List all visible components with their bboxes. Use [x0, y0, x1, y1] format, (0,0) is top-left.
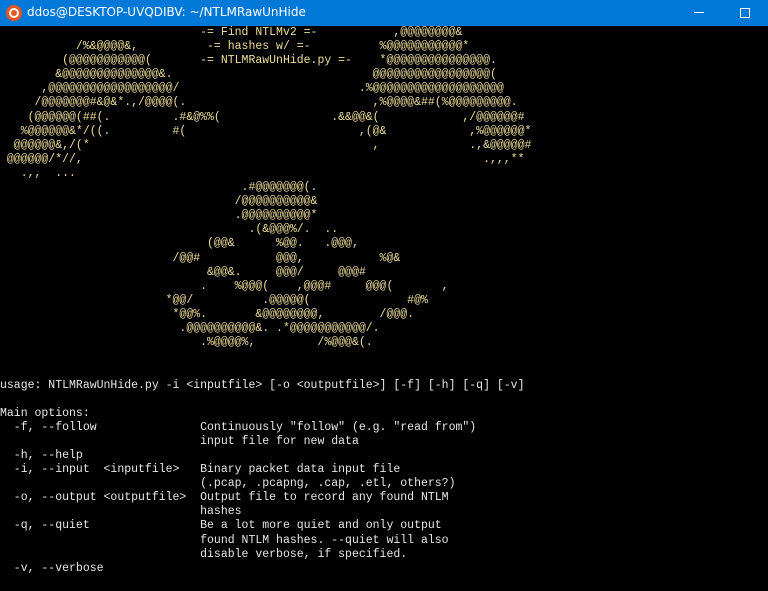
minimize-icon[interactable] — [676, 0, 722, 26]
banner-line: . %@@@( ,@@@# @@@( , — [0, 279, 449, 293]
banner-line: @@@@@@&,/(* , .,&@@@@@# — [0, 138, 532, 152]
terminal-window: ddos@DESKTOP-UVQDIBV: ~/NTLMRawUnHide -=… — [0, 0, 768, 591]
usage-help-text: usage: NTLMRawUnHide.py -i <inputfile> [… — [0, 379, 525, 576]
window-title: ddos@DESKTOP-UVQDIBV: ~/NTLMRawUnHide — [27, 5, 306, 19]
title-bar[interactable]: ddos@DESKTOP-UVQDIBV: ~/NTLMRawUnHide — [0, 0, 768, 26]
banner-line: &@@&. @@@/ @@@# — [0, 265, 366, 279]
banner-line: .%@@@@%, /%@@@&(. — [0, 336, 373, 350]
banner-line: .#@@@@@@@(. — [0, 181, 318, 195]
help-line: input file for new data — [0, 434, 359, 448]
banner-line: .@@@@@@@@@@* — [0, 209, 318, 223]
help-line: -h, --help — [0, 448, 83, 462]
help-line: -o, --output <outputfile> Output file to… — [0, 491, 449, 505]
ascii-art-banner: -= Find NTLMv2 =- ,@@@@@@@@& /%&@@@@&, -… — [0, 26, 532, 350]
banner-line: /@@@@@@@#&@&*.,/@@@@(. ,%@@@@&##(%@@@@@@… — [0, 96, 518, 110]
help-line: disable verbose, if specified. — [0, 547, 408, 561]
ubuntu-icon[interactable] — [6, 5, 22, 21]
banner-line: *@@/ .@@@@@( #@% — [0, 293, 428, 307]
help-line: found NTLM hashes. --quiet will also — [0, 533, 449, 547]
help-line: -v, --verbose — [0, 561, 104, 575]
banner-line: /@@# @@@, %@& — [0, 251, 401, 265]
banner-line: ,@@@@@@@@@@@@@@@@@@/ .%@@@@@@@@@@@@@@@@@… — [0, 82, 504, 96]
help-line: -f, --follow Continuously "follow" (e.g.… — [0, 420, 477, 434]
help-line: usage: NTLMRawUnHide.py -i <inputfile> [… — [0, 378, 525, 392]
banner-line: (@@@@@@@@@@@( -= NTLMRawUnHide.py =- *@@… — [0, 54, 497, 68]
banner-line: @@@@@@/*//, .,,,** — [0, 152, 525, 166]
banner-line: .,, ... — [0, 166, 76, 180]
maximize-icon[interactable] — [722, 0, 768, 26]
banner-line: *@@%. &@@@@@@@@, /@@@. — [0, 307, 415, 321]
help-line — [0, 393, 525, 407]
banner-line: /%&@@@@&, -= hashes w/ =- %@@@@@@@@@@@* — [0, 40, 470, 54]
banner-line: .(&@@@%/. .. — [0, 223, 339, 237]
banner-line: %@@@@@@&*/((. #( ,(@& ,%@@@@@@* — [0, 124, 532, 138]
banner-line: .@@@@@@@@@@&. .*@@@@@@@@@@@/. — [0, 321, 380, 335]
help-line: -q, --quiet Be a lot more quiet and only… — [0, 519, 442, 533]
banner-line: (@@& %@@. .@@@, — [0, 237, 359, 251]
help-line: -i, --input <inputfile> Binary packet da… — [0, 463, 401, 477]
banner-line: (@@@@@@(##(. .#&@%%( .&&@@&( ,/@@@@@@# — [0, 110, 525, 124]
terminal-output[interactable]: -= Find NTLMv2 =- ,@@@@@@@@& /%&@@@@&, -… — [0, 26, 768, 591]
help-line: Main options: — [0, 406, 90, 420]
help-line: (.pcap, .pcapng, .cap, .etl, others?) — [0, 477, 456, 491]
banner-line: -= Find NTLMv2 =- ,@@@@@@@@& — [0, 26, 463, 39]
help-line: hashes — [0, 505, 242, 519]
banner-line: &@@@@@@@@@@@@@@&. @@@@@@@@@@@@@@@@@( — [0, 68, 497, 82]
banner-line: /@@@@@@@@@@& — [0, 195, 318, 209]
